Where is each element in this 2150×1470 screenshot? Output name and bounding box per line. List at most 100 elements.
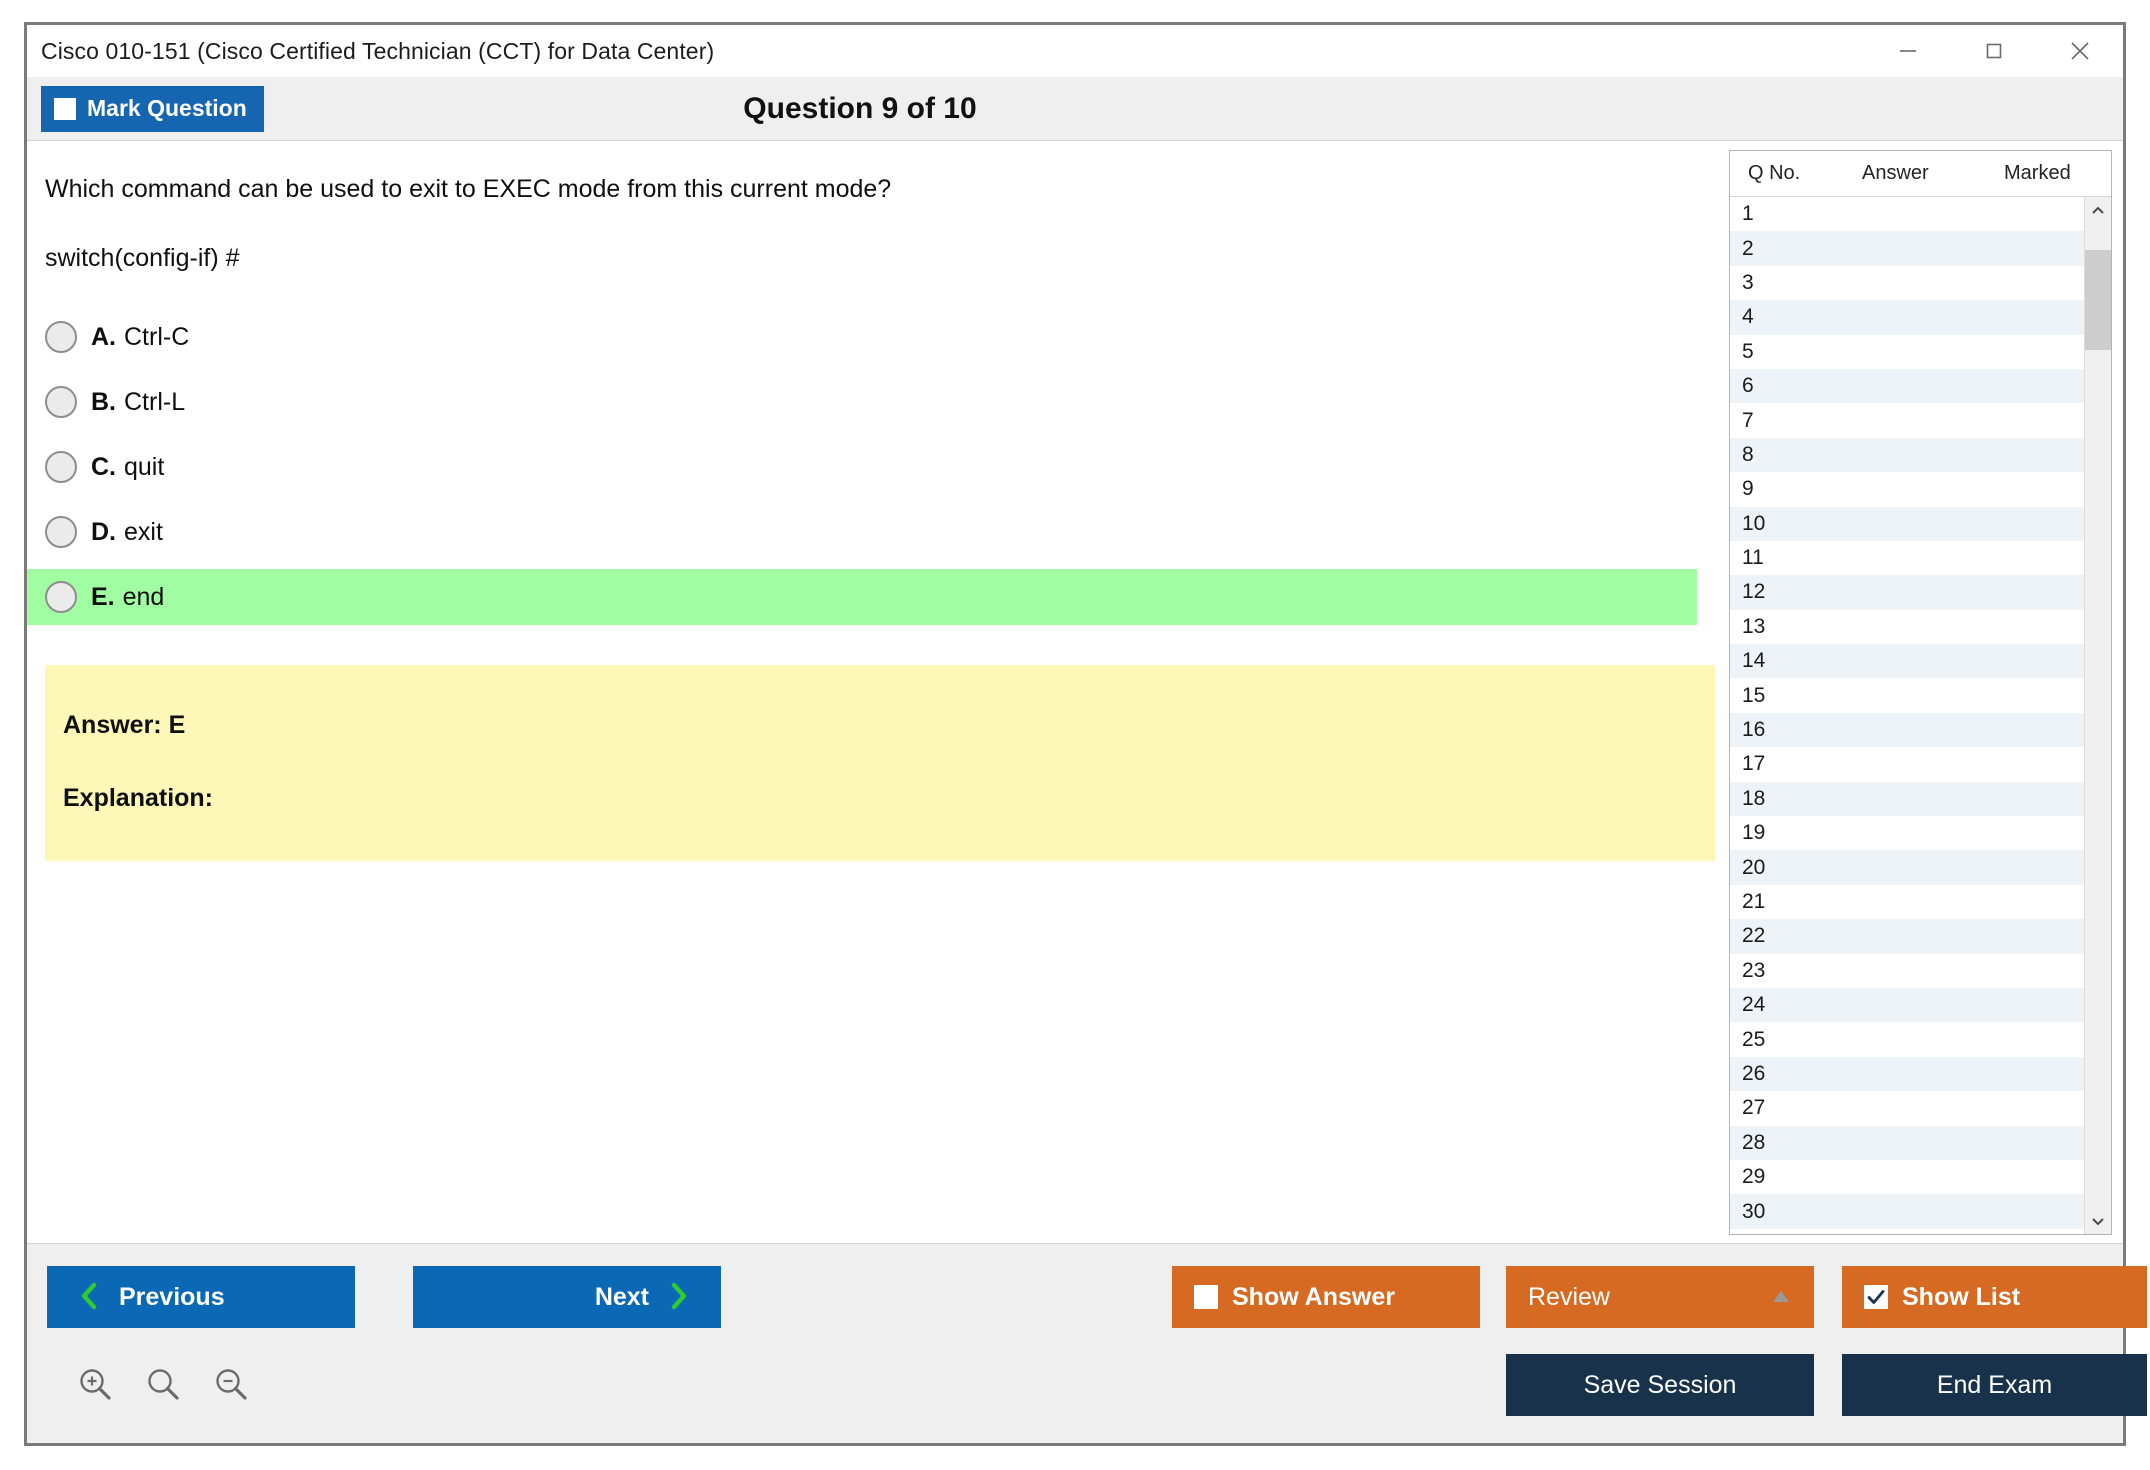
review-label: Review [1528, 1282, 1610, 1311]
question-list-number: 30 [1742, 1199, 1766, 1223]
question-prompt: switch(config-if) # [45, 244, 240, 272]
answer-choice-c[interactable]: C. quit [27, 439, 1697, 495]
question-list-row[interactable]: 1 [1730, 197, 2084, 232]
question-list-row[interactable]: 27 [1730, 1091, 2084, 1126]
question-list-row[interactable]: 9 [1730, 472, 2084, 507]
question-list-row[interactable]: 19 [1730, 816, 2084, 851]
answer-choice-text: Ctrl-C [124, 322, 190, 351]
question-list-row[interactable]: 30 [1730, 1194, 2084, 1229]
question-list-number: 27 [1742, 1096, 1766, 1120]
question-list-row[interactable]: 28 [1730, 1125, 2084, 1160]
radio-button-icon[interactable] [45, 516, 77, 548]
question-list-number: 16 [1742, 718, 1766, 742]
column-header-answer: Answer [1862, 162, 1929, 184]
question-list-number: 21 [1742, 890, 1766, 913]
question-list-number: 22 [1742, 924, 1766, 948]
question-list-row[interactable]: 23 [1730, 953, 2084, 988]
radio-button-icon[interactable] [45, 386, 77, 418]
zoom-in-icon[interactable] [75, 1364, 115, 1409]
explanation-line: Explanation: [63, 784, 214, 812]
end-exam-button[interactable]: End Exam [1842, 1354, 2147, 1416]
scroll-down-button[interactable] [2085, 1207, 2112, 1234]
minimize-button[interactable] [1865, 25, 1951, 77]
answer-choice-e[interactable]: E. end [27, 569, 1697, 625]
answer-choice-d[interactable]: D. exit [27, 504, 1697, 560]
show-list-checkbox-icon [1864, 1285, 1888, 1309]
question-list-row[interactable]: 5 [1730, 334, 2084, 369]
question-list-number: 7 [1742, 408, 1754, 432]
zoom-toolbar [75, 1364, 251, 1409]
question-list-number: 2 [1742, 236, 1754, 260]
previous-button[interactable]: Previous [47, 1266, 355, 1328]
save-session-label: Save Session [1583, 1370, 1737, 1399]
question-list-row[interactable]: 12 [1730, 575, 2084, 610]
question-list-row[interactable]: 11 [1730, 540, 2084, 576]
review-button[interactable]: Review [1506, 1266, 1814, 1328]
radio-button-icon[interactable] [45, 321, 77, 353]
save-session-button[interactable]: Save Session [1506, 1354, 1814, 1416]
question-list-row[interactable]: 26 [1730, 1056, 2084, 1092]
answer-choice-b[interactable]: B. Ctrl-L [27, 374, 1697, 430]
question-list-number: 18 [1742, 786, 1766, 810]
question-list-row[interactable]: 7 [1730, 403, 2084, 438]
question-list-row[interactable]: 6 [1730, 368, 2084, 404]
question-list-row[interactable]: 10 [1730, 506, 2084, 541]
exam-header-bar: Mark Question Question 9 of 10 [27, 77, 2123, 141]
question-list-number: 4 [1742, 305, 1754, 329]
triangle-up-icon [1770, 1287, 1792, 1308]
scroll-up-button[interactable] [2085, 197, 2112, 224]
question-list-row[interactable]: 4 [1730, 300, 2084, 335]
radio-button-icon[interactable] [45, 581, 77, 613]
chevron-up-icon [2092, 206, 2104, 214]
question-list-row[interactable]: 3 [1730, 265, 2084, 301]
question-list-row[interactable]: 18 [1730, 781, 2084, 817]
radio-button-icon[interactable] [45, 451, 77, 483]
question-list-number: 1 [1742, 202, 1754, 226]
question-list-row[interactable]: 24 [1730, 987, 2084, 1023]
show-answer-checkbox-icon [1194, 1285, 1218, 1309]
answer-choice-letter: B. [91, 387, 116, 416]
show-answer-button[interactable]: Show Answer [1172, 1266, 1480, 1328]
scrollbar-track[interactable] [2084, 224, 2111, 1207]
answer-line: Answer: E [63, 711, 186, 739]
answer-choices-list: A. Ctrl-C B. Ctrl-L C. quit D. exit E. end [27, 309, 1739, 625]
question-list-scrollbar[interactable] [2084, 197, 2111, 1234]
scrollbar-thumb[interactable] [2084, 250, 2111, 350]
maximize-icon [1986, 43, 2002, 59]
question-list-number: 23 [1742, 958, 1766, 982]
question-list-row[interactable]: 14 [1730, 644, 2084, 679]
end-exam-label: End Exam [1936, 1370, 2053, 1399]
zoom-reset-icon[interactable] [143, 1364, 183, 1409]
question-list-number: 9 [1742, 477, 1754, 501]
question-list-number: 17 [1742, 752, 1766, 776]
question-list-row[interactable]: 22 [1730, 919, 2084, 954]
close-button[interactable] [2037, 25, 2123, 77]
question-list-row[interactable]: 13 [1730, 609, 2084, 645]
exam-footer-toolbar: Previous Next Show Answer Review Show Li… [27, 1243, 2147, 1443]
question-list-row[interactable]: 21 [1730, 884, 2084, 920]
zoom-out-icon[interactable] [211, 1364, 251, 1409]
answer-choice-text: end [122, 582, 165, 611]
mark-question-button[interactable]: Mark Question [41, 85, 264, 132]
show-answer-label: Show Answer [1232, 1282, 1395, 1311]
question-list-row[interactable]: 2 [1730, 231, 2084, 266]
question-list-row[interactable]: 20 [1730, 850, 2084, 885]
question-list-row[interactable]: 16 [1730, 712, 2084, 748]
show-list-button[interactable]: Show List [1842, 1266, 2147, 1328]
answer-choice-a[interactable]: A. Ctrl-C [27, 309, 1697, 365]
question-list-row[interactable]: 8 [1730, 437, 2084, 473]
question-list-number: 26 [1742, 1061, 1766, 1085]
question-list-body: 1 2 3 4 5 6 7 8 9 10 11 12 13 14 15 16 17 18 19 20 21 22 23 24 2… [1730, 197, 2111, 1234]
question-list-number: 5 [1742, 339, 1754, 363]
chevron-left-icon [79, 1281, 99, 1314]
window-controls [1865, 25, 2123, 77]
question-list-row[interactable]: 15 [1730, 678, 2084, 713]
question-list-row[interactable]: 17 [1730, 747, 2084, 782]
answer-choice-text: quit [124, 452, 165, 481]
question-list-panel: Q No. Answer Marked 1 2 3 4 5 6 7 8 9 10 11 12 13 14 1… [1729, 150, 2112, 1235]
next-button[interactable]: Next [413, 1266, 721, 1328]
question-list-row[interactable]: 29 [1730, 1159, 2084, 1195]
answer-choice-text: exit [124, 517, 163, 546]
question-list-row[interactable]: 25 [1730, 1022, 2084, 1057]
maximize-button[interactable] [1951, 25, 2037, 77]
